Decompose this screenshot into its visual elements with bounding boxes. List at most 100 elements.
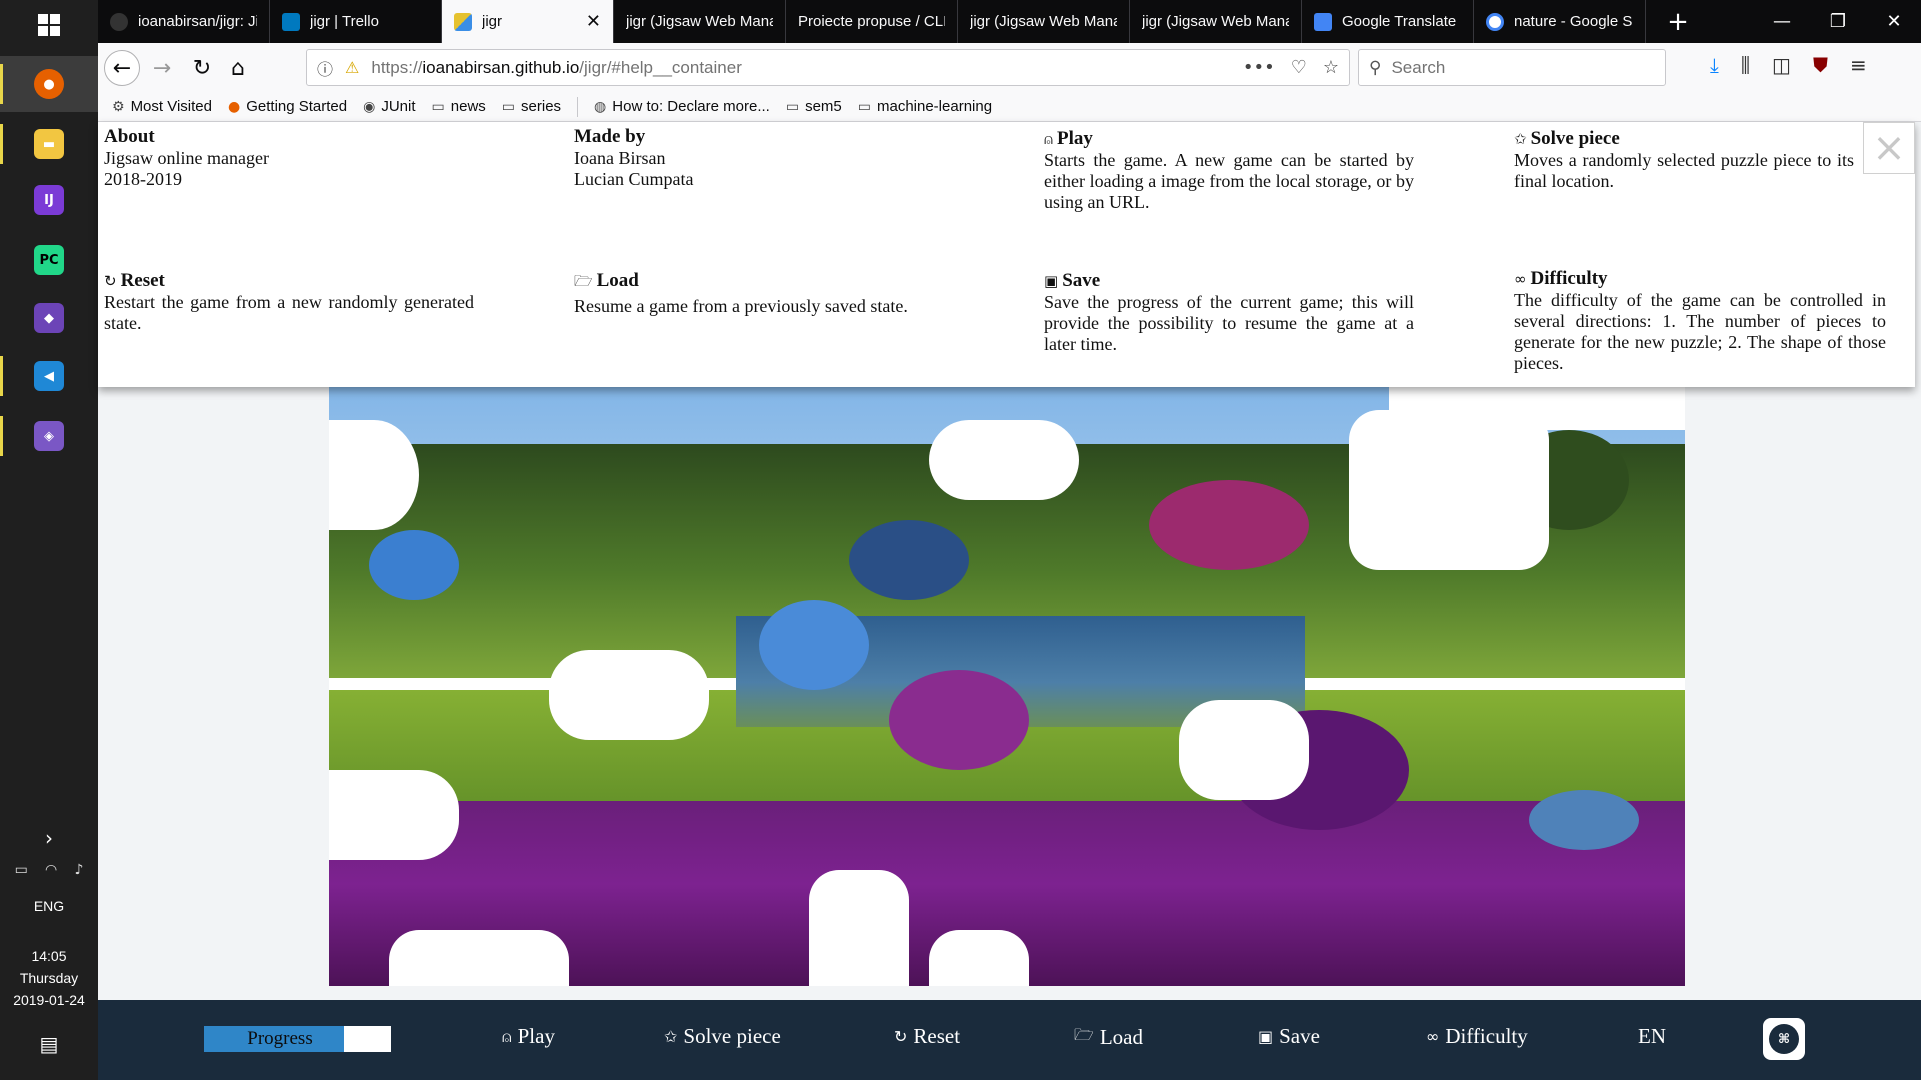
bookmark-star-icon[interactable]: ☆ xyxy=(1323,57,1339,78)
gear-icon: ⚙ xyxy=(112,98,125,115)
windows-logo-icon xyxy=(38,14,60,36)
play-button[interactable]: ⍝ Play xyxy=(502,1024,555,1049)
search-icon: ⚲ xyxy=(1369,57,1382,78)
close-tab-icon[interactable]: ✕ xyxy=(586,11,601,32)
save-button[interactable]: ▣ Save xyxy=(1258,1024,1320,1049)
help-difficulty: ∞ Difficulty The difficulty of the game c… xyxy=(1514,268,1886,374)
load-folder-icon: 🗁 xyxy=(1074,1025,1094,1044)
tab-jigr-wiki-1[interactable]: jigr (Jigsaw Web Mana xyxy=(614,0,786,43)
difficulty-button[interactable]: ∞ Difficulty xyxy=(1426,1024,1528,1049)
tab-proiecte-propuse[interactable]: Proiecte propuse / CLI xyxy=(786,0,958,43)
reset-button[interactable]: ↻ Reset xyxy=(894,1024,960,1049)
restore-icon[interactable]: ❐ xyxy=(1810,0,1866,43)
search-placeholder: Search xyxy=(1391,57,1446,77)
help-play: ⍝ Play Starts the game. A new game can be… xyxy=(1044,128,1414,213)
tab-trello[interactable]: jigr | Trello xyxy=(270,0,442,43)
close-window-icon[interactable]: ✕ xyxy=(1866,0,1921,43)
junit-icon: ◉ xyxy=(363,98,376,115)
load-folder-icon: 🗁 xyxy=(574,272,593,290)
ublock-icon[interactable]: ⛊ xyxy=(1813,53,1828,77)
help-about: About Jigsaw online manager 2018-2019 xyxy=(104,126,474,190)
bookmark-news[interactable]: ▭ news xyxy=(432,98,486,115)
tab-jigr-wiki-3[interactable]: jigr (Jigsaw Web Mana xyxy=(1130,0,1302,43)
notifications-icon[interactable]: ▤ xyxy=(0,1032,98,1056)
battery-icon[interactable]: ▭ xyxy=(15,862,28,878)
wifi-icon[interactable]: ◠ xyxy=(45,862,57,878)
new-tab-icon[interactable]: + xyxy=(1650,0,1706,43)
taskbar-vscode[interactable]: ◀ xyxy=(0,348,98,404)
clock-time[interactable]: 14:05 xyxy=(0,948,98,964)
solve-piece-button[interactable]: ✩ Solve piece xyxy=(664,1024,781,1049)
help-difficulty-title: Difficulty xyxy=(1530,268,1608,289)
chevron-right-icon[interactable]: › xyxy=(0,826,98,850)
puzzle-empty-slot xyxy=(329,770,459,860)
taskbar-intellij[interactable]: IJ xyxy=(0,172,98,228)
close-help-button[interactable]: × xyxy=(1863,122,1915,174)
puzzle-piece[interactable] xyxy=(889,670,1029,770)
library-icon[interactable]: ⫼ xyxy=(1741,53,1750,77)
help-container: About Jigsaw online manager 2018-2019 Ma… xyxy=(98,122,1915,387)
help-save-text: Save the progress of the current game; t… xyxy=(1044,292,1414,354)
puzzle-piece[interactable] xyxy=(1529,790,1639,850)
windows-start-button[interactable] xyxy=(0,0,98,50)
firefox-icon: ● xyxy=(228,98,241,115)
info-icon[interactable]: ⓘ xyxy=(317,56,333,80)
puzzle-piece[interactable] xyxy=(849,520,969,600)
forward-button[interactable]: → xyxy=(144,50,180,86)
minimize-icon[interactable]: — xyxy=(1754,0,1810,43)
menu-icon[interactable]: ≡ xyxy=(1850,53,1867,77)
input-language[interactable]: ENG xyxy=(0,898,98,914)
puzzle-empty-slot xyxy=(1179,700,1309,800)
puzzle-piece[interactable] xyxy=(1149,480,1309,570)
taskbar-pycharm[interactable]: PC xyxy=(0,232,98,288)
tab-jigr-wiki-2[interactable]: jigr (Jigsaw Web Mana xyxy=(958,0,1130,43)
taskbar-visual-studio[interactable]: ◆ xyxy=(0,290,98,346)
bookmark-most-visited[interactable]: ⚙ Most Visited xyxy=(112,98,212,115)
bookmark-series[interactable]: ▭ series xyxy=(502,98,561,115)
taskbar-firefox[interactable]: ● xyxy=(0,56,98,112)
bookmark-machine-learning[interactable]: ▭ machine-learning xyxy=(858,98,992,115)
file-explorer-icon: ▬ xyxy=(34,129,64,159)
folder-icon: ▭ xyxy=(501,98,516,115)
sidebar-icon[interactable]: ◫ xyxy=(1772,53,1791,77)
puzzle-canvas[interactable] xyxy=(329,370,1685,986)
tab-jigr-active[interactable]: jigr ✕ xyxy=(442,0,614,43)
help-about-line: 2018-2019 xyxy=(104,169,182,189)
url-prefix: https:// xyxy=(371,57,423,77)
taskbar-file-explorer[interactable]: ▬ xyxy=(0,116,98,172)
bookmark-getting-started[interactable]: ● Getting Started xyxy=(228,98,347,115)
tab-github[interactable]: ioanabirsan/jigr: Ji xyxy=(98,0,270,43)
infinity-icon: ∞ xyxy=(1514,270,1527,288)
pocket-icon[interactable]: ♡ xyxy=(1291,57,1307,78)
insecure-lock-icon[interactable]: ⚠ xyxy=(345,58,359,77)
help-difficulty-text: The difficulty of the game can be contro… xyxy=(1514,290,1886,373)
help-load-title: Load xyxy=(596,270,639,291)
reload-button[interactable]: ↻ xyxy=(184,50,220,86)
bookmark-junit[interactable]: ◉ JUnit xyxy=(363,98,415,115)
home-icon: ⌂ xyxy=(231,55,245,81)
bookmark-how-to[interactable]: ◍ How to: Declare more... xyxy=(594,98,770,115)
clock-date[interactable]: 2019-01-24 xyxy=(0,992,98,1008)
tab-google-translate[interactable]: Google Translate xyxy=(1302,0,1474,43)
help-reset-text: Restart the game from a new randomly gen… xyxy=(104,292,474,333)
puzzle-piece[interactable] xyxy=(369,530,459,600)
vscode-icon: ◀ xyxy=(34,361,64,391)
language-button[interactable]: EN xyxy=(1638,1024,1666,1049)
clock-day[interactable]: Thursday xyxy=(0,970,98,986)
github-link[interactable]: ⌘ xyxy=(1763,1018,1805,1060)
page-actions-icon[interactable]: ••• xyxy=(1243,57,1275,78)
volume-icon[interactable]: ♪ xyxy=(74,862,83,878)
folder-icon: ▭ xyxy=(857,98,871,115)
search-bar[interactable]: ⚲ Search xyxy=(1358,49,1666,86)
puzzle-piece[interactable] xyxy=(759,600,869,690)
downloads-icon[interactable]: ⤓ xyxy=(1710,53,1719,77)
url-bar[interactable]: ⓘ ⚠ https://ioanabirsan.github.io/jigr/#… xyxy=(306,49,1350,86)
save-disk-icon: ▣ xyxy=(1258,1027,1274,1046)
puzzle-empty-slot xyxy=(549,650,709,740)
taskbar-git[interactable]: ◈ xyxy=(0,408,98,464)
bookmark-sem5[interactable]: ▭ sem5 xyxy=(786,98,842,115)
tab-google-search[interactable]: nature - Google Se xyxy=(1474,0,1646,43)
home-button[interactable]: ⌂ xyxy=(220,50,256,86)
back-button[interactable]: ← xyxy=(104,50,140,86)
load-button[interactable]: 🗁 Load xyxy=(1074,1024,1143,1051)
